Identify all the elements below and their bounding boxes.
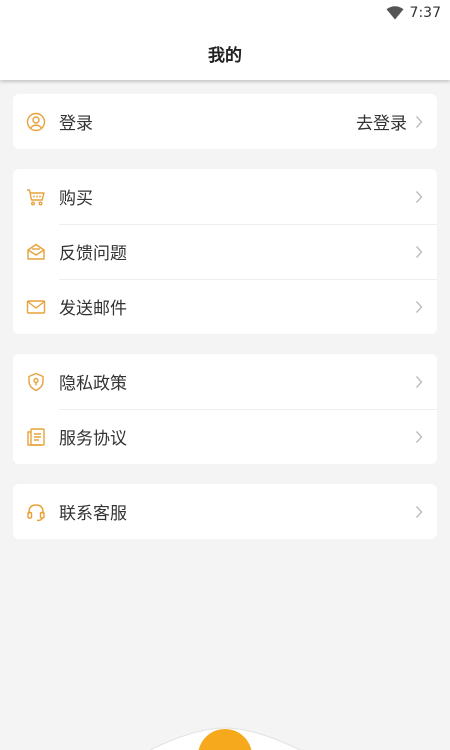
policy-card: 隐私政策 服务协议 [13,354,437,464]
feedback-envelope-icon [27,243,45,260]
menu-item-label: 登录 [59,114,93,134]
chevron-right-icon [415,190,423,203]
menu-item-feedback[interactable]: 反馈问题 [13,224,437,279]
shield-icon [28,372,44,391]
account-card: 登录 去登录 [13,94,437,149]
menu-item-label: 购买 [59,189,93,209]
chevron-right-icon [415,430,423,443]
document-icon [27,427,45,446]
mail-icon [26,299,46,314]
chevron-right-icon [415,300,423,313]
profile-screen: 7:37 我的 登录 去登录 购买 反馈问题 发送邮件 隐私政策 服务协议 联系… [0,0,450,750]
app-bar: 我的 [0,26,450,80]
menu-item-label: 反馈问题 [59,244,127,264]
chevron-right-icon [415,245,423,258]
menu-item-service-agreement[interactable]: 服务协议 [13,409,437,464]
menu-item-send-email[interactable]: 发送邮件 [13,279,437,334]
bottom-navigation-bar [149,727,301,750]
menu-item-login[interactable]: 登录 去登录 [13,94,437,149]
headset-icon [27,503,45,521]
go-login-link[interactable]: 去登录 [356,109,407,134]
menu-item-label: 隐私政策 [59,374,127,394]
support-card: 联系客服 [13,484,437,539]
wifi-icon [386,6,404,20]
menu-item-label: 服务协议 [59,429,127,449]
menu-item-privacy-policy[interactable]: 隐私政策 [13,354,437,409]
page-title: 我的 [208,45,242,66]
menu-item-contact-support[interactable]: 联系客服 [13,484,437,539]
menu-item-label: 发送邮件 [59,299,127,319]
cart-icon [27,188,45,205]
menu-item-label: 联系客服 [59,504,127,524]
chevron-right-icon [415,505,423,518]
menu-item-purchase[interactable]: 购买 [13,169,437,224]
chevron-right-icon [415,115,423,128]
user-circle-icon [26,112,46,131]
actions-card: 购买 反馈问题 发送邮件 [13,169,437,334]
status-time: 7:37 [409,5,441,21]
status-bar: 7:37 [0,0,450,26]
chevron-right-icon [415,375,423,388]
